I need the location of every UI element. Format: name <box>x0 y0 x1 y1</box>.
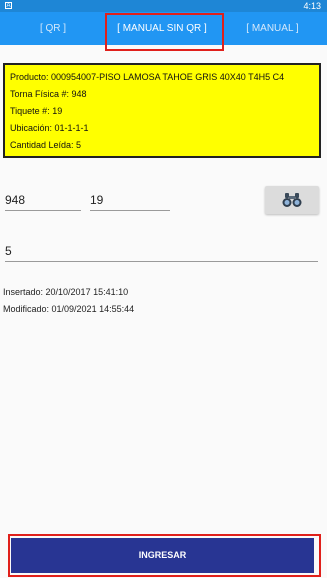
search-button[interactable] <box>265 186 319 214</box>
tiquete-input[interactable]: 19 <box>90 190 170 211</box>
product-line: Producto: 000954007-PISO LAMOSA TAHOE GR… <box>10 72 285 82</box>
modified-timestamp: Modificado: 01/09/2021 14:55:44 <box>3 304 135 314</box>
a-notification-icon: A <box>5 2 12 9</box>
binoculars-icon <box>282 193 302 207</box>
ingresar-button[interactable]: INGRESAR <box>11 538 314 573</box>
cantidad-input[interactable]: 5 <box>5 241 318 262</box>
torna-input[interactable]: 948 <box>5 190 81 211</box>
inserted-timestamp: Insertado: 20/10/2017 15:41:10 <box>3 287 129 297</box>
tiquete-line: Tiquete #: 19 <box>10 106 63 116</box>
tab-manual[interactable]: [ MANUAL ] <box>218 12 327 45</box>
torna-line: Torna Física #: 948 <box>10 89 87 99</box>
tab-manual-sin-qr[interactable]: [ MANUAL SIN QR ] <box>106 12 218 45</box>
cantidad-line: Cantidad Leída: 5 <box>10 140 82 150</box>
ubicacion-line: Ubicación: 01-1-1-1 <box>10 123 89 133</box>
product-info-card: Producto: 000954007-PISO LAMOSA TAHOE GR… <box>3 63 321 158</box>
tab-bar: [ QR ] [ MANUAL SIN QR ] [ MANUAL ] <box>0 12 327 45</box>
tab-qr[interactable]: [ QR ] <box>0 12 106 45</box>
status-time: 4:13 <box>303 1 321 11</box>
status-bar: A 4:13 <box>0 0 327 12</box>
